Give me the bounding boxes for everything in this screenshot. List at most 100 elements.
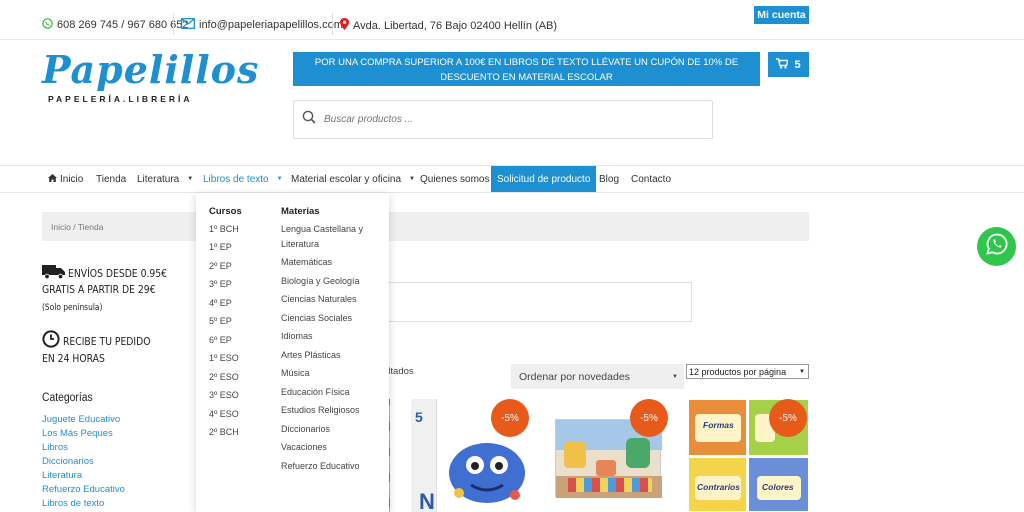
whatsapp-button[interactable] [977,227,1016,266]
category-link[interactable]: Libros de texto [42,498,104,509]
discount-badge: -5% [630,399,668,437]
discount-badge: -5% [491,399,529,437]
logo-name: Papelillos [42,47,260,92]
discount-badge: -5% [769,399,807,437]
caret-down-icon: ▼ [799,368,805,375]
materias-heading: Materias [281,206,320,217]
nav-quienes-somos[interactable]: Quienes somos [420,166,489,192]
materia-link[interactable]: Diccionarios [281,423,330,436]
search-box[interactable] [293,100,713,139]
search-icon [302,110,316,129]
libros-de-texto-dropdown: Cursos 1º BCH 1º EP 2º EP 3º EP 4º EP 5º… [196,193,389,512]
nav-inicio[interactable]: Inicio [48,166,83,192]
materia-link[interactable]: Artes Plásticas [281,349,341,362]
phone-contact[interactable]: 608 269 745 / 967 680 652 [42,18,189,32]
order-select[interactable]: Ordenar por novedades ▼ [511,364,684,389]
curso-link[interactable]: 4º ESO [209,408,239,421]
curso-link[interactable]: 2º BCH [209,426,239,439]
materia-link[interactable]: Ciencias Sociales [281,312,352,325]
map-pin-icon [340,18,349,33]
whatsapp-icon [42,18,53,32]
materia-link[interactable]: Ciencias Naturales [281,293,357,306]
nav-literatura[interactable]: Literatura ▼ [137,166,193,192]
home-icon [48,173,57,185]
curso-link[interactable]: 2º EP [209,260,232,273]
materia-link[interactable]: Vacaciones [281,441,327,454]
caret-down-icon: ▼ [409,176,415,182]
materia-link[interactable]: Biología y Geología [281,275,360,288]
nav-tienda[interactable]: Tienda [96,166,126,192]
categories-title: Categorías [42,392,93,404]
nav-solicitud-de-producto[interactable]: Solicitud de producto [491,166,597,192]
address-contact: Avda. Libertad, 76 Bajo 02400 Hellín (AB… [340,18,557,33]
nav-contacto[interactable]: Contacto [631,166,671,192]
curso-link[interactable]: 5º EP [209,315,232,328]
category-link[interactable]: Refuerzo Educativo [42,484,125,495]
category-link[interactable]: Juguete Educativo [42,414,120,425]
cursos-heading: Cursos [209,206,242,217]
caret-down-icon: ▼ [672,373,678,380]
shipping-line2: GRATIS A PARTIR DE 29€ [42,284,156,296]
nav-blog[interactable]: Blog [599,166,619,192]
materia-label: Literatura [281,239,320,249]
nav-label: Material escolar y oficina [291,173,402,185]
category-link[interactable]: Los Más Peques [42,428,113,439]
search-input[interactable] [324,114,684,125]
materia-link[interactable]: Lengua Castellana y Literatura [281,223,363,251]
cart-count: 5 [794,58,801,71]
curso-link[interactable]: 2º ESO [209,371,239,384]
logo-tagline: PAPELERÍA.LIBRERÍA [48,94,193,104]
curso-link[interactable]: 4º EP [209,297,232,310]
product-card[interactable]: -5% [549,399,668,512]
top-bar: 608 269 745 / 967 680 652 info@papeleria… [0,0,1024,40]
category-link[interactable]: Literatura [42,470,82,481]
delivery-line1: RECIBE TU PEDIDO [63,335,151,348]
filter-box[interactable] [383,282,692,322]
materia-link[interactable]: Educación Física [281,386,350,399]
nav-libros-de-texto[interactable]: Libros de texto ▼ [203,166,283,192]
book-label: Colores [762,482,794,492]
materia-link[interactable]: Estudios Religiosos [281,404,360,417]
product-card[interactable]: Formas Contrarios Colores -5% [688,399,809,512]
category-link[interactable]: Diccionarios [42,456,94,467]
materia-link[interactable]: Refuerzo Educativo [281,460,360,473]
per-page-label: 12 productos por página [689,366,787,377]
caret-down-icon: ▼ [276,176,283,182]
curso-link[interactable]: 3º EP [209,278,232,291]
curso-link[interactable]: 6º EP [209,334,232,347]
my-account-button[interactable]: Mi cuenta [754,6,809,24]
book-label: Contrarios [697,482,740,492]
promo-banner: POR UNA COMPRA SUPERIOR A 100€ EN LIBROS… [293,52,760,86]
curso-link[interactable]: 1º ESO [209,352,239,365]
nav-label: Inicio [60,173,84,185]
shipping-note: (Solo península) [42,303,103,313]
per-page-select[interactable]: 12 productos por página ▼ [686,364,809,379]
site-logo[interactable]: Papelillos PAPELERÍA.LIBRERÍA [42,47,260,108]
curso-link[interactable]: 1º BCH [209,223,239,236]
email-contact[interactable]: info@papeleriapapelillos.com [181,18,343,32]
delivery-line2: EN 24 HORAS [42,353,105,365]
nav-label: Libros de texto [203,173,269,185]
shipping-info: ENVÍOS DESDE 0.95€ GRATIS A PARTIR DE 29… [42,264,181,313]
address-text: Avda. Libertad, 76 Bajo 02400 Hellín (AB… [353,19,558,32]
curso-link[interactable]: 1º EP [209,241,232,254]
clock-icon [42,330,60,353]
nav-label: Literatura [137,173,180,185]
materia-link[interactable]: Idiomas [281,330,313,343]
curso-link[interactable]: 3º ESO [209,389,239,402]
product-card[interactable]: 5 N -5% [411,399,530,512]
category-link[interactable]: Libros [42,442,68,453]
cart-icon [776,57,790,72]
shipping-line1: ENVÍOS DESDE 0.95€ [68,268,168,280]
breadcrumb: Inicio / Tienda [42,212,809,241]
materia-link[interactable]: Matemáticas [281,256,332,269]
main-nav: Inicio Tienda Literatura ▼ Libros de text… [0,165,1024,193]
materia-label: Lengua Castellana y [281,224,364,234]
materia-link[interactable]: Música [281,367,310,380]
order-select-label: Ordenar por novedades [519,370,630,383]
email-text: info@papeleriapapelillos.com [199,19,343,31]
phone-text: 608 269 745 / 967 680 652 [57,19,189,31]
envelope-icon [181,18,195,32]
nav-material-escolar[interactable]: Material escolar y oficina ▼ [291,166,415,192]
cart-button[interactable]: 5 [768,52,809,77]
